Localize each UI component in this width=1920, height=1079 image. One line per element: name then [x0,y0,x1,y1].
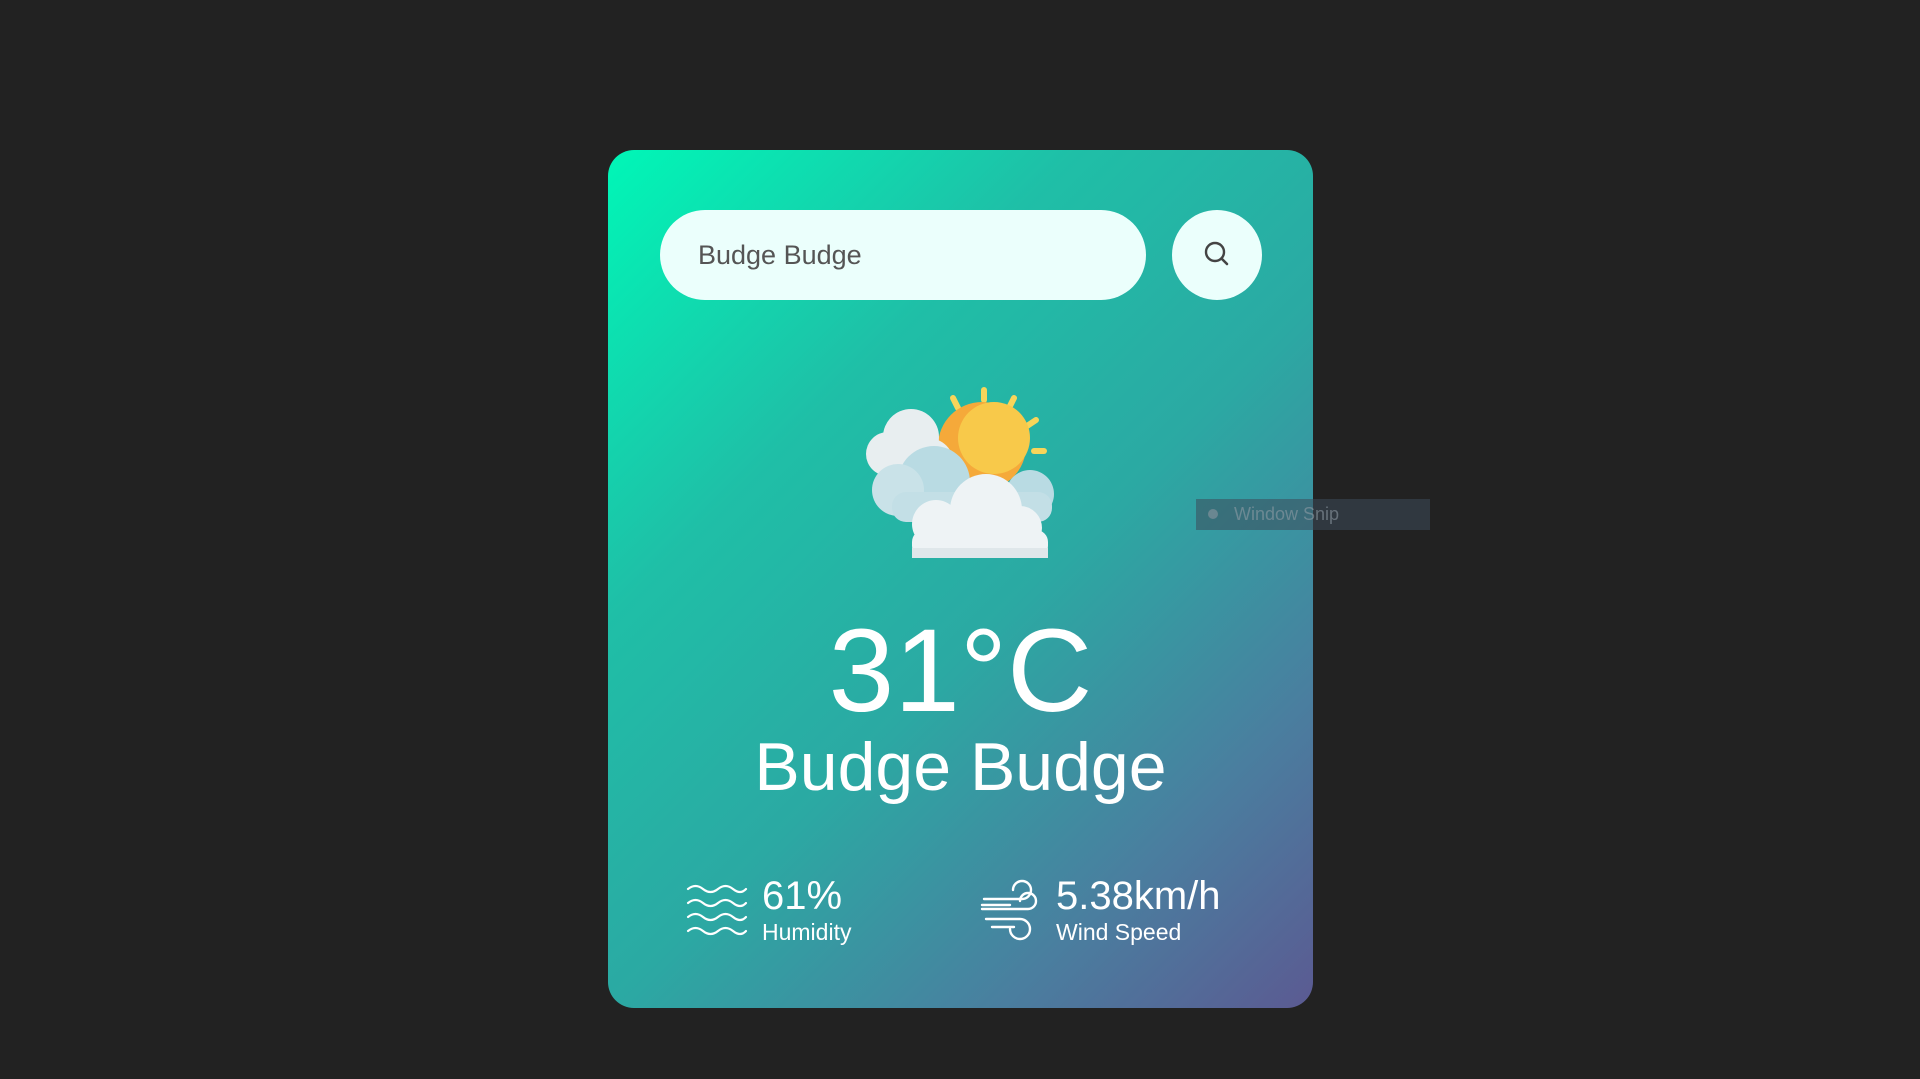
window-snip-overlay: Window Snip [1196,499,1430,530]
humidity-value: 61% [762,874,843,918]
city-name: Budge Budge [754,729,1167,805]
humidity-waves-icon [686,881,748,939]
temperature: 31°C [828,605,1093,737]
humidity-label: Humidity [762,919,852,945]
wind-detail: 5.38km/h Wind Speed [980,870,1221,950]
snip-label: Window Snip [1234,504,1340,524]
search-bar [660,210,1262,300]
snip-dot-icon [1208,509,1218,519]
search-button[interactable] [1172,210,1262,300]
wind-value: 5.38km/h [1056,874,1221,918]
wind-label: Wind Speed [1056,919,1182,945]
weather-card: 31°C Budge Budge 61% Humidity [608,150,1313,1008]
partly-cloudy-sun-icon [858,382,1068,567]
wind-icon [980,879,1042,941]
search-icon [1202,239,1232,272]
search-input[interactable] [660,210,1146,300]
humidity-detail: 61% Humidity [686,870,851,950]
